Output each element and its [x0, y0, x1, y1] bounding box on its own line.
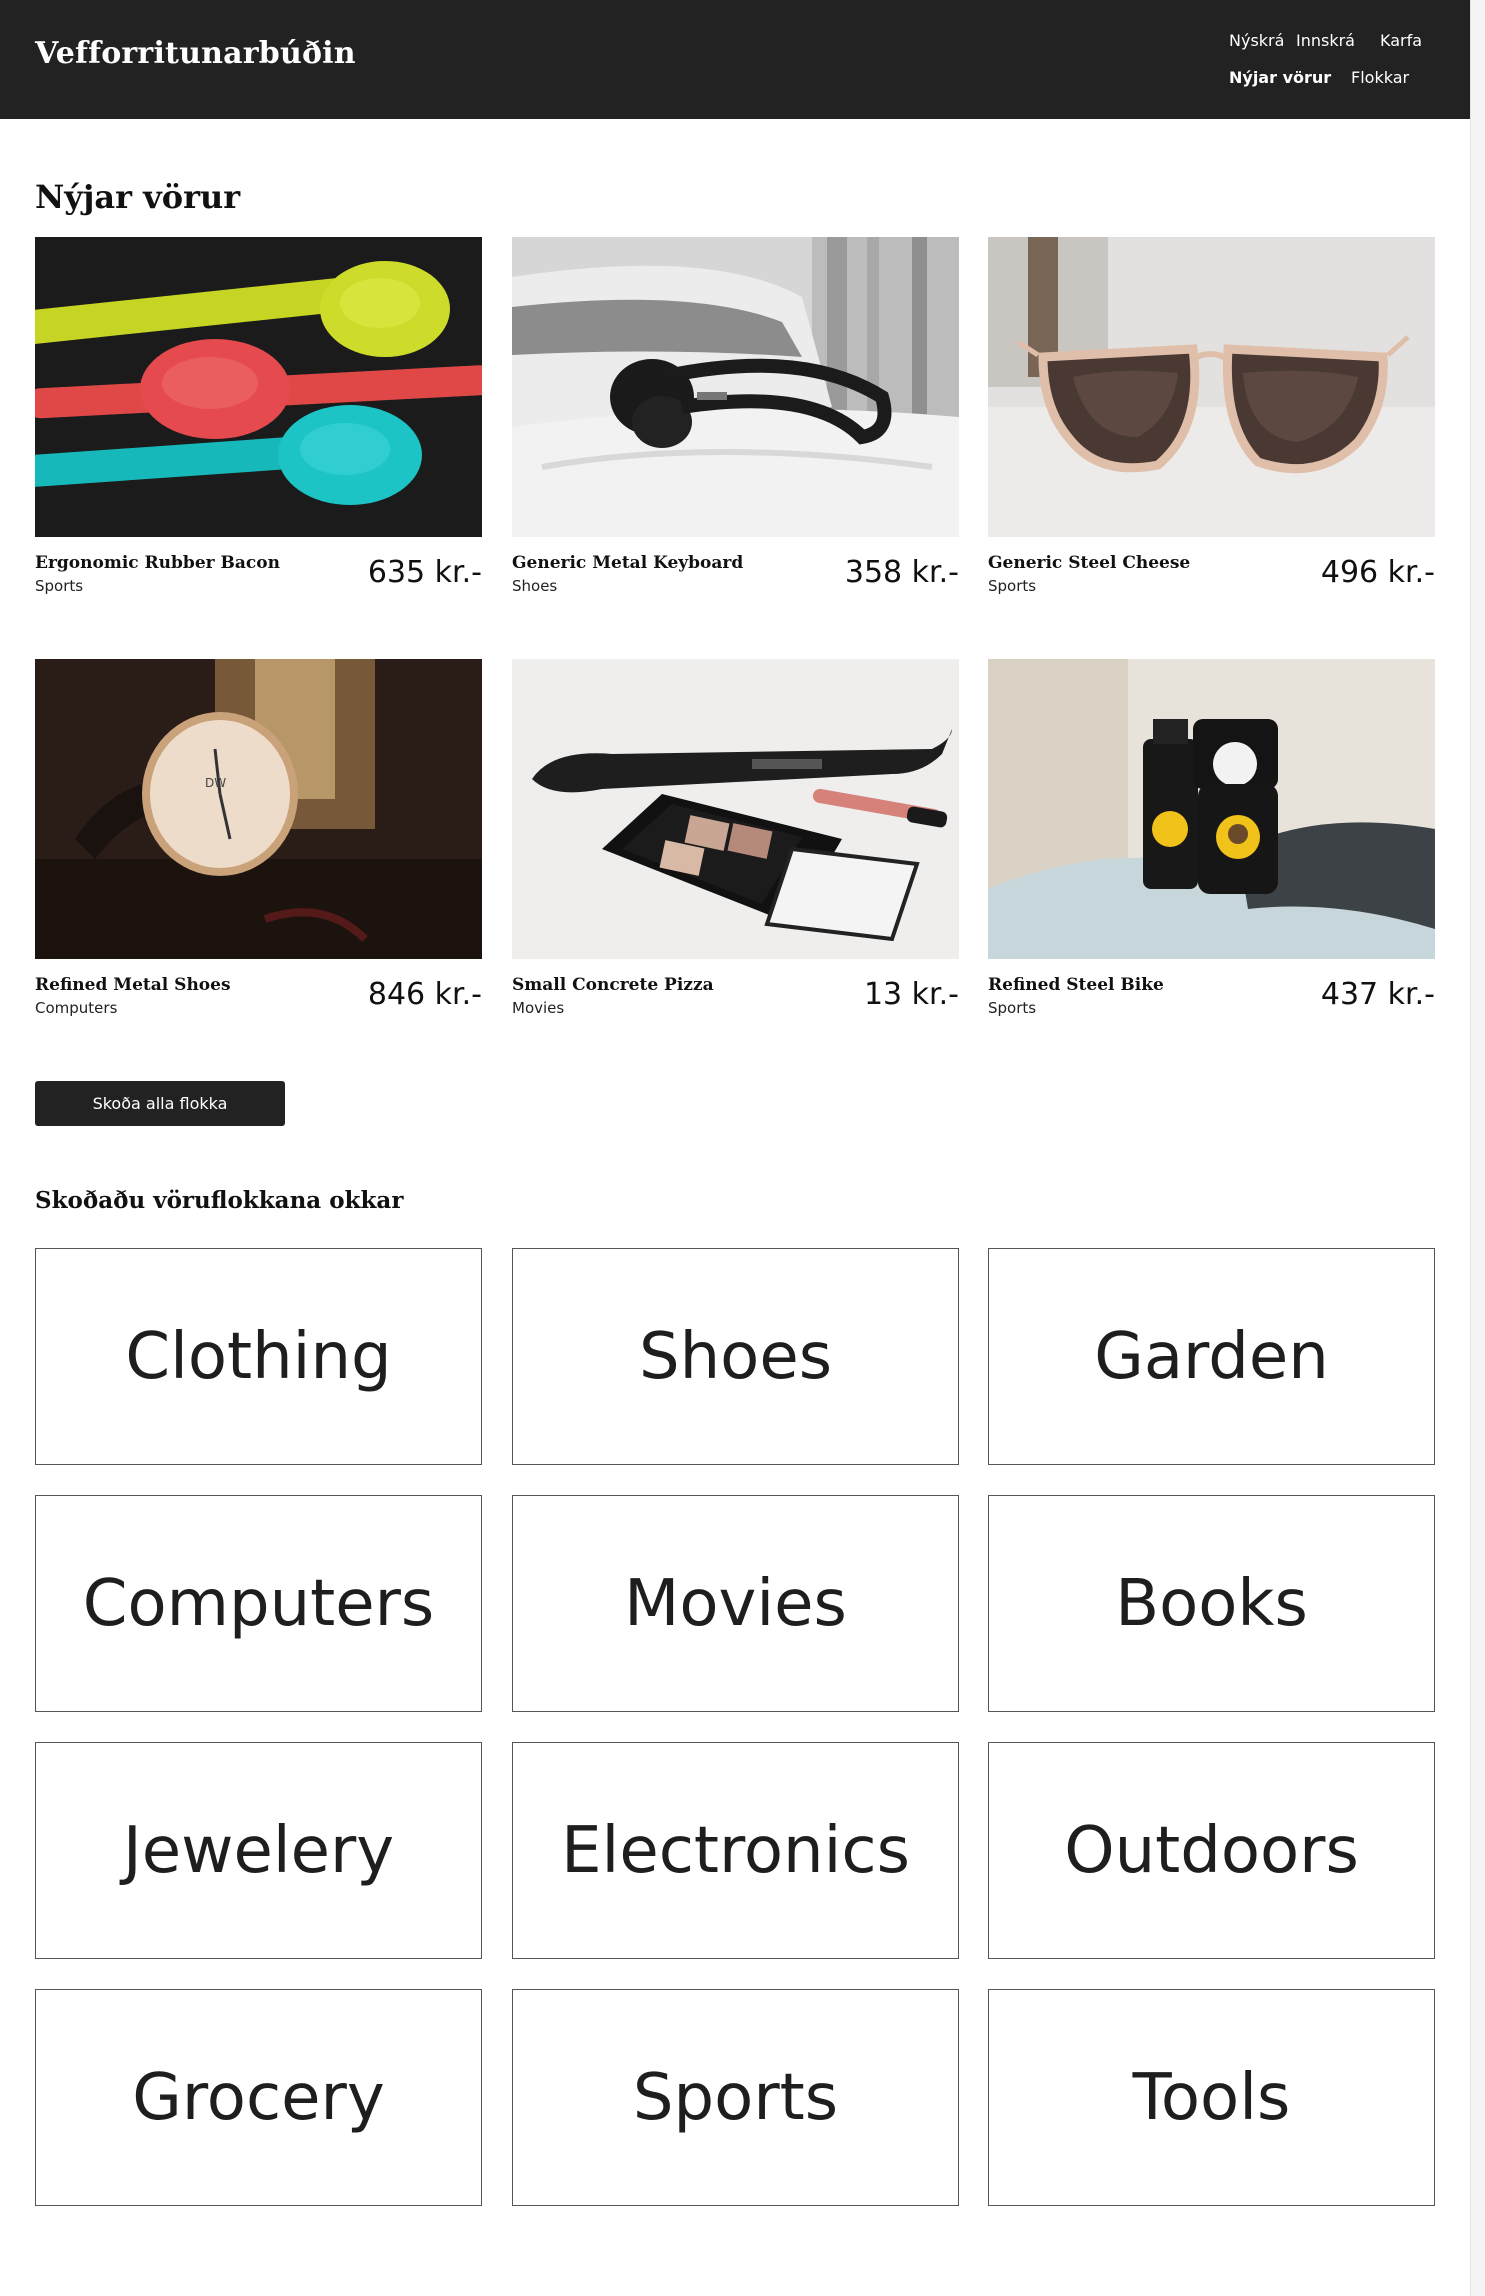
product-name[interactable]: Generic Steel Cheese [988, 553, 1190, 573]
category-tile-outdoors[interactable]: Outdoors [988, 1742, 1435, 1959]
product-category: Computers [35, 999, 118, 1017]
wristwatch-image: DW [35, 659, 482, 959]
product-name[interactable]: Ergonomic Rubber Bacon [35, 553, 280, 573]
category-label: Movies [624, 1566, 847, 1641]
product-price: 437 kr.- [1320, 977, 1435, 1012]
product-name[interactable]: Small Concrete Pizza [512, 975, 714, 995]
product-name[interactable]: Refined Metal Shoes [35, 975, 231, 995]
category-label: Tools [1132, 2060, 1291, 2135]
category-label: Grocery [132, 2060, 385, 2135]
colorful-spoons-image [35, 237, 482, 537]
product-card[interactable]: Small Concrete Pizza Movies 13 kr.- [512, 659, 959, 1029]
category-label: Clothing [125, 1319, 392, 1394]
product-image[interactable] [988, 237, 1435, 537]
product-card[interactable]: Refined Steel Bike Sports 437 kr.- [988, 659, 1435, 1029]
product-price: 635 kr.- [367, 555, 482, 590]
product-price: 846 kr.- [367, 977, 482, 1012]
product-card[interactable]: Ergonomic Rubber Bacon Sports 635 kr.- [35, 237, 482, 607]
product-category: Shoes [512, 577, 558, 595]
product-category: Sports [988, 577, 1037, 595]
category-tile-garden[interactable]: Garden [988, 1248, 1435, 1465]
cart-link[interactable]: Karfa [1380, 31, 1422, 50]
product-image[interactable]: DW [35, 659, 482, 959]
site-header: Vefforritunarbúðin Nýskrá Innskrá Karfa … [0, 0, 1470, 119]
headphones-on-pillow-image [512, 237, 959, 537]
product-name[interactable]: Refined Steel Bike [988, 975, 1164, 995]
product-price: 496 kr.- [1320, 555, 1435, 590]
svg-text:DW: DW [205, 776, 226, 790]
product-price: 358 kr.- [844, 555, 959, 590]
categories-heading: Skoðaðu vöruflokkana okkar [35, 1187, 404, 1214]
category-tile-grocery[interactable]: Grocery [35, 1989, 482, 2206]
product-card[interactable]: Generic Steel Cheese Sports 496 kr.- [988, 237, 1435, 607]
product-category: Sports [988, 999, 1037, 1017]
category-label: Electronics [561, 1813, 910, 1888]
product-category: Sports [35, 577, 84, 595]
page: Vefforritunarbúðin Nýskrá Innskrá Karfa … [0, 0, 1470, 2296]
category-label: Jewelery [122, 1813, 395, 1888]
category-tile-jewelery[interactable]: Jewelery [35, 1742, 482, 1959]
category-tile-computers[interactable]: Computers [35, 1495, 482, 1712]
category-label: Garden [1094, 1319, 1329, 1394]
category-tile-shoes[interactable]: Shoes [512, 1248, 959, 1465]
new-products-heading: Nýjar vörur [35, 178, 241, 216]
new-products-link[interactable]: Nýjar vörur [1229, 68, 1331, 87]
category-label: Shoes [638, 1319, 833, 1394]
signup-link[interactable]: Nýskrá [1229, 31, 1284, 50]
category-tile-books[interactable]: Books [988, 1495, 1435, 1712]
login-link[interactable]: Innskrá [1296, 31, 1355, 50]
category-label: Computers [82, 1566, 435, 1641]
categories-link[interactable]: Flokkar [1351, 68, 1409, 87]
category-tile-movies[interactable]: Movies [512, 1495, 959, 1712]
product-card[interactable]: DW Refined Metal Shoes Computers 846 kr.… [35, 659, 482, 1029]
category-tile-clothing[interactable]: Clothing [35, 1248, 482, 1465]
hair-straightener-and-makeup-image [512, 659, 959, 959]
category-tile-sports[interactable]: Sports [512, 1989, 959, 2206]
product-image[interactable] [988, 659, 1435, 959]
product-image[interactable] [512, 659, 959, 959]
category-label: Sports [632, 2060, 839, 2135]
product-price: 13 kr.- [863, 977, 959, 1012]
product-image[interactable] [35, 237, 482, 537]
vertical-scrollbar[interactable] [1470, 0, 1485, 2296]
product-card[interactable]: Generic Metal Keyboard Shoes 358 kr.- [512, 237, 959, 607]
site-title-link[interactable]: Vefforritunarbúðin [35, 36, 356, 71]
category-label: Books [1115, 1566, 1308, 1641]
sunglasses-image [988, 237, 1435, 537]
product-image[interactable] [512, 237, 959, 537]
product-name[interactable]: Generic Metal Keyboard [512, 553, 743, 573]
category-tile-tools[interactable]: Tools [988, 1989, 1435, 2206]
product-category: Movies [512, 999, 565, 1017]
category-label: Outdoors [1064, 1813, 1359, 1888]
view-all-categories-button[interactable]: Skoða alla flokka [35, 1081, 285, 1126]
category-tile-electronics[interactable]: Electronics [512, 1742, 959, 1959]
cosmetic-bottles-on-towel-image [988, 659, 1435, 959]
